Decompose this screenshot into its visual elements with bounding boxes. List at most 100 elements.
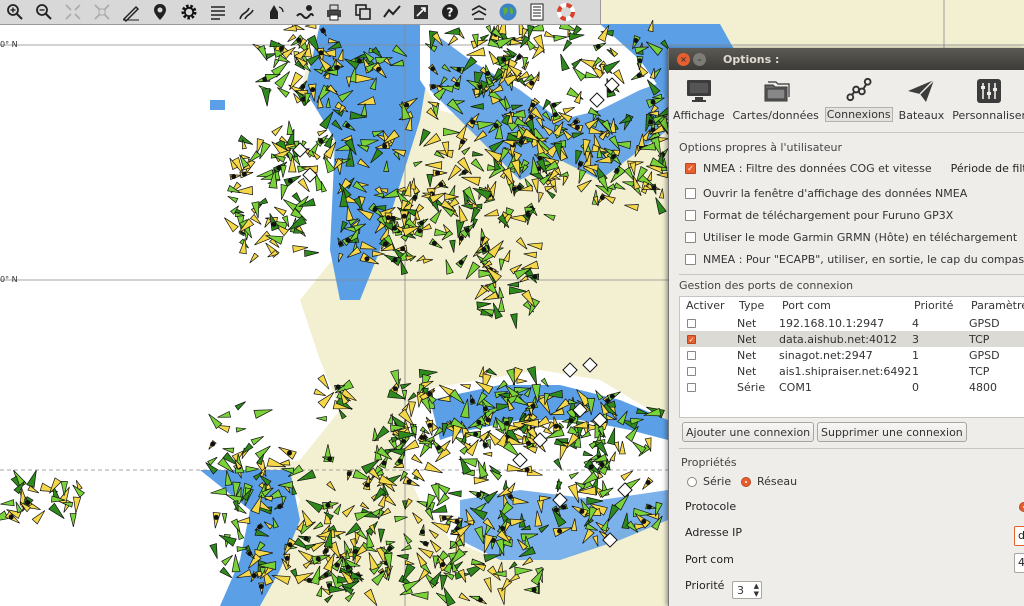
station-dot[interactable] <box>531 587 537 593</box>
station-dot[interactable] <box>464 227 470 233</box>
station-dot[interactable] <box>318 138 324 144</box>
station-dot[interactable] <box>401 213 407 219</box>
station-dot[interactable] <box>507 494 513 500</box>
station-dot[interactable] <box>525 212 531 218</box>
station-dot[interactable] <box>574 125 580 131</box>
spin-arrows-icon[interactable]: ▲ ▼ <box>754 582 759 598</box>
station-dot[interactable] <box>213 514 219 520</box>
station-dot[interactable] <box>438 182 444 188</box>
station-dot[interactable] <box>427 391 433 397</box>
ip-address-input[interactable]: d <box>1014 526 1024 546</box>
station-dot[interactable] <box>553 423 559 429</box>
station-dot[interactable] <box>650 99 656 105</box>
station-dot[interactable] <box>516 185 522 191</box>
station-dot[interactable] <box>568 418 574 424</box>
lifebuoy-icon[interactable] <box>551 0 580 24</box>
station-dot[interactable] <box>327 456 333 462</box>
station-dot[interactable] <box>599 461 605 467</box>
table-row[interactable]: Net 192.168.10.1:2947 4 GPSD <box>680 315 1024 331</box>
station-dot[interactable] <box>258 584 264 590</box>
tab-personnaliser[interactable]: Personnaliser <box>948 76 1024 122</box>
station-dot[interactable] <box>385 215 391 221</box>
connections-table[interactable]: Activer Type Port com Priorité Paramètre… <box>679 296 1024 418</box>
station-dot[interactable] <box>390 215 396 221</box>
station-dot[interactable] <box>530 102 536 108</box>
station-dot[interactable] <box>458 235 464 241</box>
tab-bateaux[interactable]: Bateaux <box>895 76 949 122</box>
remove-connection-button[interactable]: Supprimer une connexion <box>817 422 967 442</box>
station-dot[interactable] <box>335 384 341 390</box>
column-header[interactable]: Paramètres <box>971 299 1024 312</box>
column-header[interactable]: Port com <box>782 299 831 312</box>
priority-spinner[interactable]: 3 ▲ ▼ <box>732 581 762 599</box>
station-dot[interactable] <box>573 119 579 125</box>
row-checkbox[interactable] <box>687 351 696 360</box>
station-dot[interactable] <box>477 84 483 90</box>
station-dot[interactable] <box>392 386 398 392</box>
nmea-window-checkbox[interactable]: Ouvrir la fenêtre d'affichage des donnée… <box>685 187 967 200</box>
station-dot[interactable] <box>473 431 479 437</box>
station-dot[interactable] <box>387 546 393 552</box>
station-dot[interactable] <box>500 525 506 531</box>
station-dot[interactable] <box>485 417 491 423</box>
table-row-selected[interactable]: ✓ Net data.aishub.net:4012 3 TCP <box>680 331 1024 347</box>
text-icon[interactable] <box>203 0 232 24</box>
layers-icon[interactable] <box>348 0 377 24</box>
graph-icon[interactable] <box>377 0 406 24</box>
station-dot[interactable] <box>310 87 316 93</box>
station-dot[interactable] <box>382 143 388 149</box>
station-dot[interactable] <box>501 56 507 62</box>
station-dot[interactable] <box>532 274 538 280</box>
station-dot[interactable] <box>633 37 639 43</box>
station-dot[interactable] <box>470 119 476 125</box>
station-dot[interactable] <box>435 170 441 176</box>
station-dot[interactable] <box>482 442 488 448</box>
station-dot[interactable] <box>400 246 406 252</box>
station-dot[interactable] <box>441 515 447 521</box>
column-header[interactable]: Activer <box>686 299 725 312</box>
table-row[interactable]: Série COM1 0 4800 <box>680 379 1024 395</box>
chart-icon[interactable] <box>406 0 435 24</box>
station-dot[interactable] <box>431 240 437 246</box>
station-dot[interactable] <box>376 66 382 72</box>
station-dot[interactable] <box>345 123 351 129</box>
station-dot[interactable] <box>641 519 647 525</box>
tide-icon[interactable] <box>290 0 319 24</box>
station-dot[interactable] <box>595 44 601 50</box>
scale-out-icon[interactable] <box>87 0 116 24</box>
serial-radio[interactable]: Série <box>687 475 731 488</box>
row-checkbox[interactable] <box>687 383 696 392</box>
track-icon[interactable] <box>232 0 261 24</box>
tab-connexions[interactable]: Connexions <box>823 76 895 122</box>
station-dot[interactable] <box>271 221 277 227</box>
station-dot[interactable] <box>392 257 398 263</box>
station-dot[interactable] <box>516 54 522 60</box>
station-dot[interactable] <box>528 114 534 120</box>
station-dot[interactable] <box>318 50 324 56</box>
print-icon[interactable] <box>319 0 348 24</box>
station-dot[interactable] <box>636 72 642 78</box>
station-dot[interactable] <box>430 66 436 72</box>
station-dot[interactable] <box>526 440 532 446</box>
station-dot[interactable] <box>427 422 433 428</box>
ecapb-checkbox[interactable]: NMEA : Pour "ECAPB", utiliser, en sortie… <box>685 253 1024 266</box>
station-dot[interactable] <box>609 393 615 399</box>
station-dot[interactable] <box>284 555 290 561</box>
station-dot[interactable] <box>278 46 284 52</box>
station-dot[interactable] <box>303 536 309 542</box>
station-dot[interactable] <box>8 514 14 520</box>
station-dot[interactable] <box>382 241 388 247</box>
station-dot[interactable] <box>300 83 306 89</box>
add-connection-button[interactable]: Ajouter une connexion <box>682 422 815 442</box>
station-dot[interactable] <box>557 528 563 534</box>
furuno-format-checkbox[interactable]: Format de téléchargement pour Furuno GP3… <box>685 209 953 222</box>
waypoint-icon[interactable] <box>145 0 174 24</box>
station-dot[interactable] <box>231 174 237 180</box>
zoom-out-icon[interactable] <box>29 0 58 24</box>
station-dot[interactable] <box>210 441 216 447</box>
settings-icon[interactable] <box>174 0 203 24</box>
station-dot[interactable] <box>476 419 482 425</box>
station-dot[interactable] <box>241 171 247 177</box>
network-radio[interactable]: Réseau <box>741 475 797 488</box>
station-dot[interactable] <box>577 161 583 167</box>
